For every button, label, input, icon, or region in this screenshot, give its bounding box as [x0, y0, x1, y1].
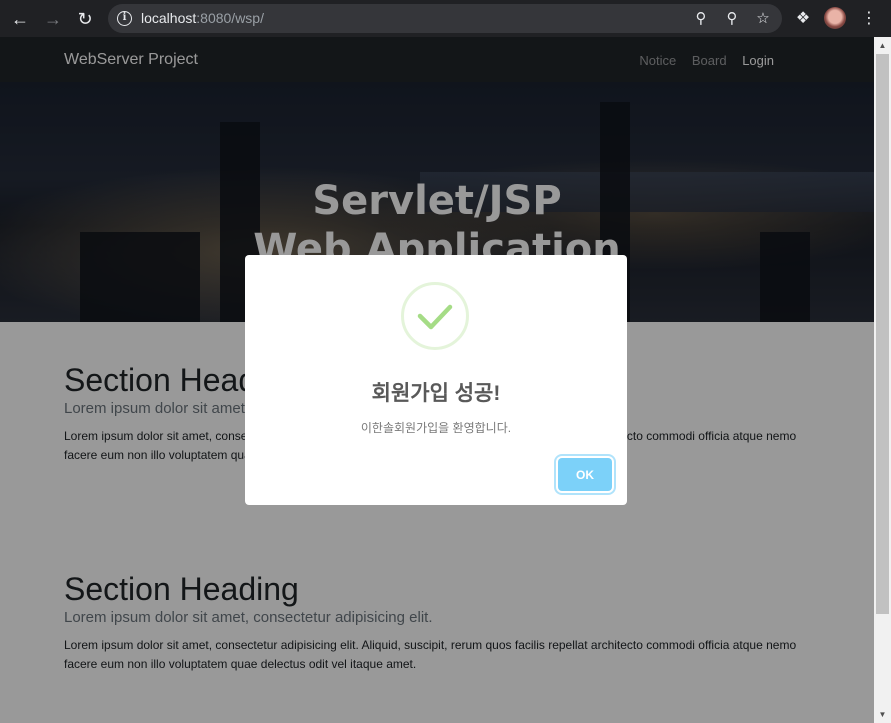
- dialog-text: 이한솔회원가입을 환영합니다.: [360, 421, 512, 435]
- forward-arrow-icon[interactable]: →: [41, 7, 65, 31]
- scroll-up-icon[interactable]: ▲: [874, 37, 891, 54]
- info-icon[interactable]: i: [117, 11, 132, 26]
- url-text[interactable]: localhost:8080/wsp/: [141, 10, 264, 26]
- key-icon[interactable]: ⚲: [691, 9, 711, 29]
- extensions-icon[interactable]: ❖: [791, 7, 815, 31]
- browser-toolbar: ← → ↻ i localhost:8080/wsp/ ⚲ ⚲ ☆ ❖ ⋮: [0, 0, 891, 37]
- back-arrow-icon[interactable]: ←: [8, 7, 32, 31]
- ok-button[interactable]: OK: [558, 458, 612, 491]
- url-host: localhost: [141, 10, 197, 26]
- url-path: :8080/wsp/: [196, 10, 264, 26]
- success-dialog: 회원가입 성공! 이한솔회원가입을 환영합니다. OK: [245, 255, 627, 505]
- menu-icon[interactable]: ⋮: [857, 7, 881, 31]
- reload-icon[interactable]: ↻: [73, 7, 97, 31]
- scrollbar-thumb[interactable]: [876, 54, 889, 614]
- dialog-title: 회원가입 성공!: [371, 382, 501, 405]
- page-scrollbar[interactable]: ▲ ▼: [874, 37, 891, 723]
- success-check-icon: [401, 282, 469, 350]
- profile-avatar[interactable]: [824, 7, 846, 29]
- address-bar[interactable]: i localhost:8080/wsp/ ⚲ ⚲ ☆: [108, 4, 782, 33]
- zoom-icon[interactable]: ⚲: [722, 9, 742, 29]
- star-icon[interactable]: ☆: [753, 9, 773, 29]
- scroll-down-icon[interactable]: ▼: [874, 706, 891, 723]
